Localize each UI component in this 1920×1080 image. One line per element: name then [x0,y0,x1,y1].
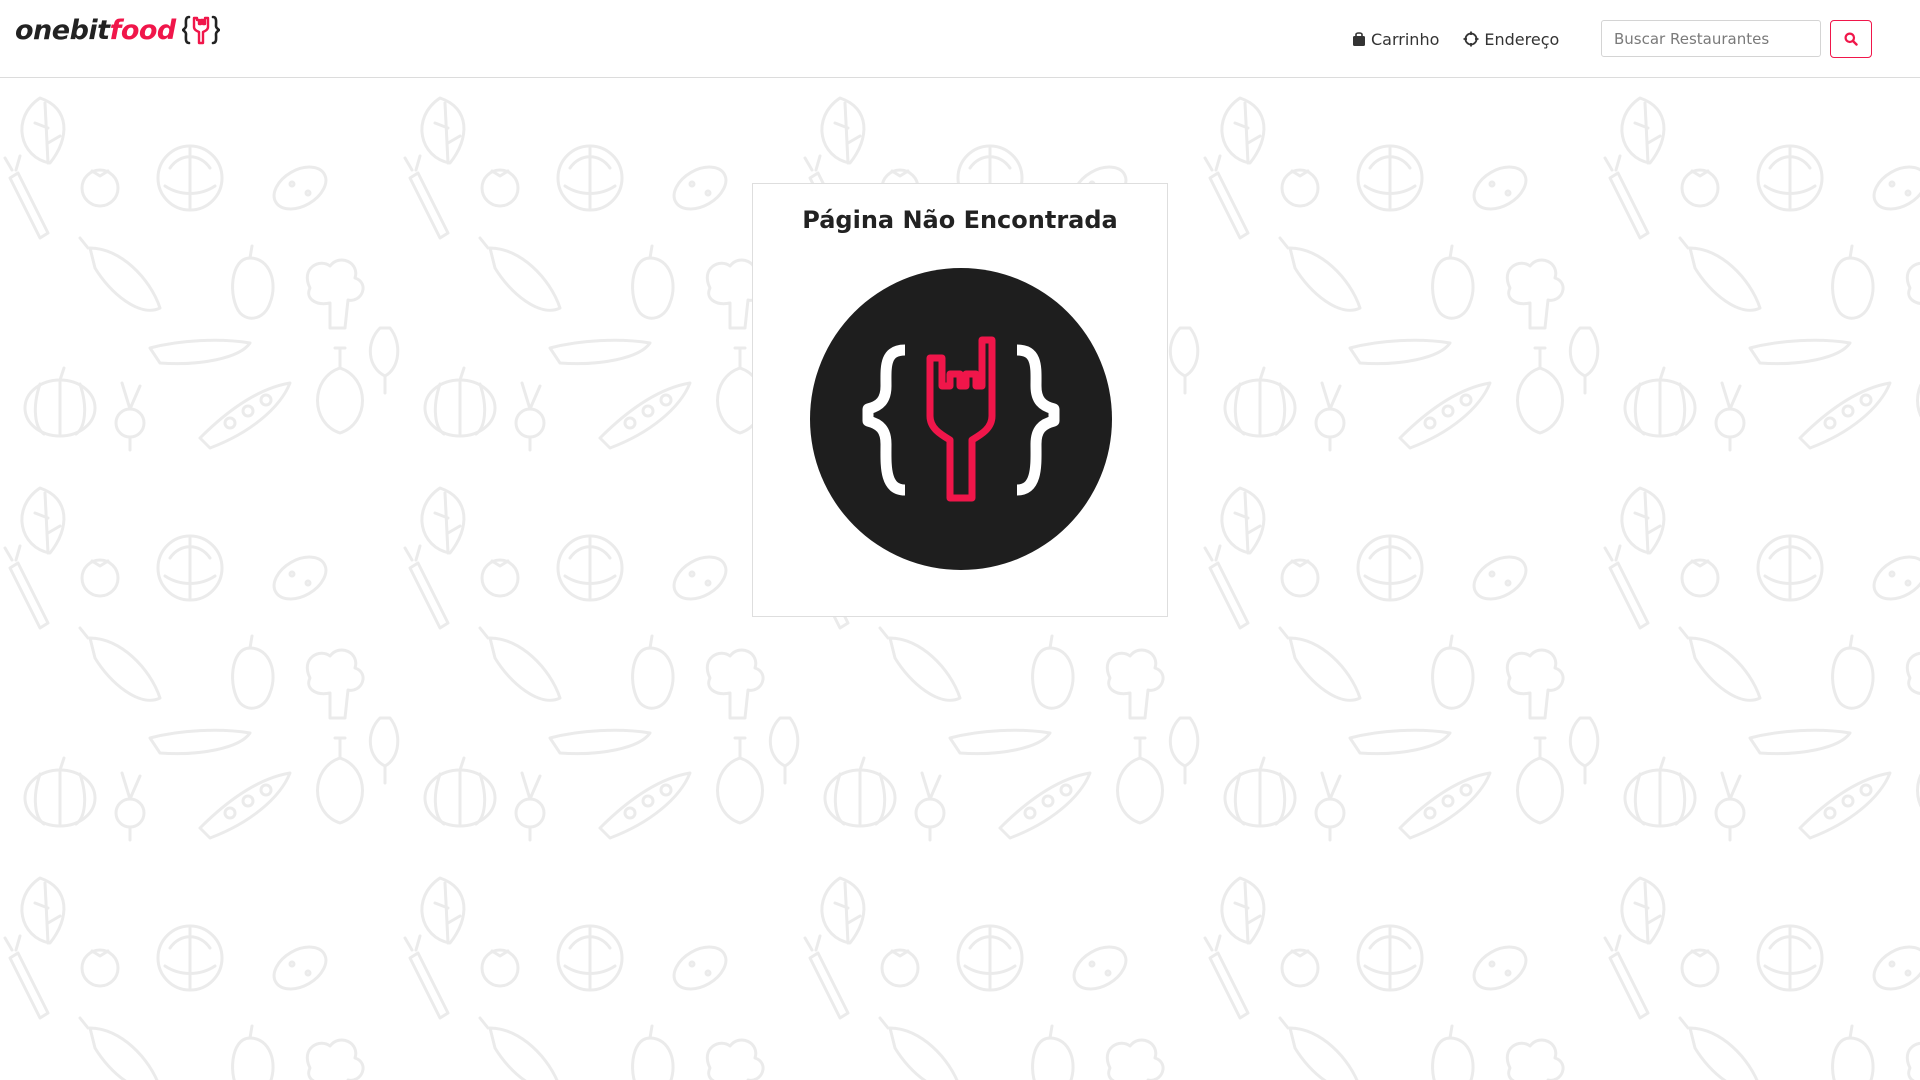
search-button[interactable] [1830,20,1872,58]
search-icon [1844,32,1858,46]
fork-braces-icon [181,15,220,45]
page-title: Página Não Encontrada [802,206,1118,234]
search-input[interactable] [1601,20,1821,57]
nav-links: Carrinho Endereço [1352,27,1583,51]
top-navbar: onebit food Carrinho Endereço [0,0,1920,78]
logo-text-onebit: onebit [15,14,110,46]
nav-address-label: Endereço [1484,29,1560,49]
crosshair-icon [1463,31,1479,47]
onebitfood-logo-icon [810,268,1112,570]
logo-text-food: food [109,14,177,46]
nav-address-link[interactable]: Endereço [1463,30,1559,49]
shopping-bag-icon [1353,32,1365,46]
not-found-card: Página Não Encontrada [752,183,1168,617]
brand-logo[interactable]: onebit food [15,12,220,48]
nav-cart-link[interactable]: Carrinho [1352,30,1439,49]
nav-cart-label: Carrinho [1371,29,1440,49]
